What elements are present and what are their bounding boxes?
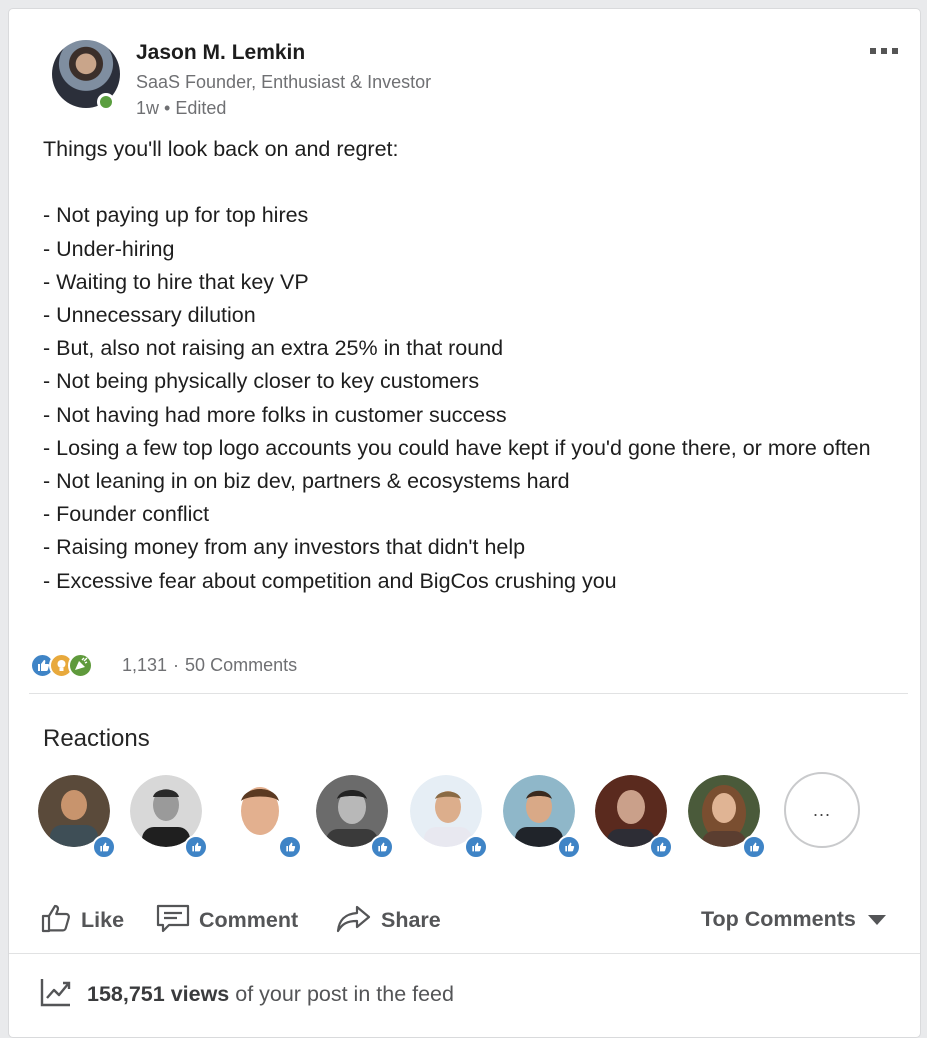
share-label: Share: [381, 907, 441, 932]
post-line: - Not being physically closer to key cus…: [43, 369, 480, 394]
post-views-link[interactable]: 158,751 views of your post in the feed: [39, 977, 454, 1011]
trending-chart-icon: [39, 976, 73, 1013]
like-icon: [370, 835, 394, 859]
post-options-button[interactable]: [864, 39, 904, 63]
post-line: - Not leaning in on biz dev, partners & …: [43, 469, 570, 494]
reactor-avatar[interactable]: [316, 775, 394, 859]
like-button[interactable]: Like: [39, 897, 124, 943]
dot-icon: [870, 48, 876, 54]
separator: ·: [173, 655, 180, 675]
like-icon: [184, 835, 208, 859]
like-icon: [92, 835, 116, 859]
comment-count[interactable]: 50 Comments: [185, 655, 297, 675]
post-line: - Founder conflict: [43, 502, 210, 527]
post-text: Things you'll look back on and regret: -…: [43, 133, 893, 598]
like-icon: [649, 835, 673, 859]
sort-label: Top Comments: [701, 907, 856, 931]
post-line: - Waiting to hire that key VP: [43, 269, 309, 294]
author-headline: SaaS Founder, Enthusiast & Investor: [136, 72, 432, 92]
share-button[interactable]: Share: [335, 897, 441, 943]
feed-post-card: Jason M. Lemkin SaaS Founder, Enthusiast…: [8, 8, 921, 1038]
social-counts: 1,131 · 50 Comments: [122, 655, 297, 676]
comment-label: Comment: [199, 907, 299, 932]
reactor-avatar[interactable]: [503, 775, 581, 859]
reaction-count[interactable]: 1,131: [122, 655, 167, 675]
reactor-avatar[interactable]: [688, 775, 766, 859]
reactor-avatar[interactable]: [130, 775, 208, 859]
reactor-avatar[interactable]: [595, 775, 673, 859]
post-line: - Not paying up for top hires: [43, 203, 309, 228]
views-suffix: of your post in the feed: [229, 981, 454, 1006]
post-intro: Things you'll look back on and regret:: [43, 137, 399, 161]
like-icon: [464, 835, 488, 859]
celebrate-icon: [68, 653, 93, 678]
post-line: - Under-hiring: [43, 236, 175, 261]
divider: [9, 953, 920, 954]
share-icon: [335, 901, 373, 940]
reactor-avatar[interactable]: [410, 775, 488, 859]
like-icon: [557, 835, 581, 859]
thumbs-up-icon: [39, 901, 73, 940]
comment-icon: [155, 901, 191, 940]
like-icon: [742, 835, 766, 859]
post-line: - Raising money from any investors that …: [43, 535, 526, 560]
views-count: 158,751 views: [87, 981, 230, 1006]
post-line: - Excessive fear about competition and B…: [43, 568, 617, 593]
post-line: - But, also not raising an extra 25% in …: [43, 336, 504, 361]
post-line: - Losing a few top logo accounts you cou…: [43, 435, 871, 460]
dot-icon: [881, 48, 887, 54]
online-status-indicator: [97, 93, 115, 111]
more-reactors-button[interactable]: ...: [784, 772, 860, 848]
post-timestamp: 1w • Edited: [136, 98, 227, 118]
reactions-heading: Reactions: [43, 725, 150, 752]
comment-sort-dropdown[interactable]: Top Comments: [701, 907, 886, 932]
post-line: - Not having had more folks in customer …: [43, 402, 507, 427]
comment-button[interactable]: Comment: [155, 897, 298, 943]
dot-icon: [892, 48, 898, 54]
caret-down-icon: [867, 914, 886, 925]
like-label: Like: [81, 907, 125, 932]
divider: [29, 693, 908, 694]
like-icon: [278, 835, 302, 859]
author-name[interactable]: Jason M. Lemkin: [136, 41, 305, 65]
post-line: - Unnecessary dilution: [43, 303, 256, 327]
reactor-avatar[interactable]: [224, 775, 302, 859]
reactor-avatar[interactable]: [38, 775, 116, 859]
